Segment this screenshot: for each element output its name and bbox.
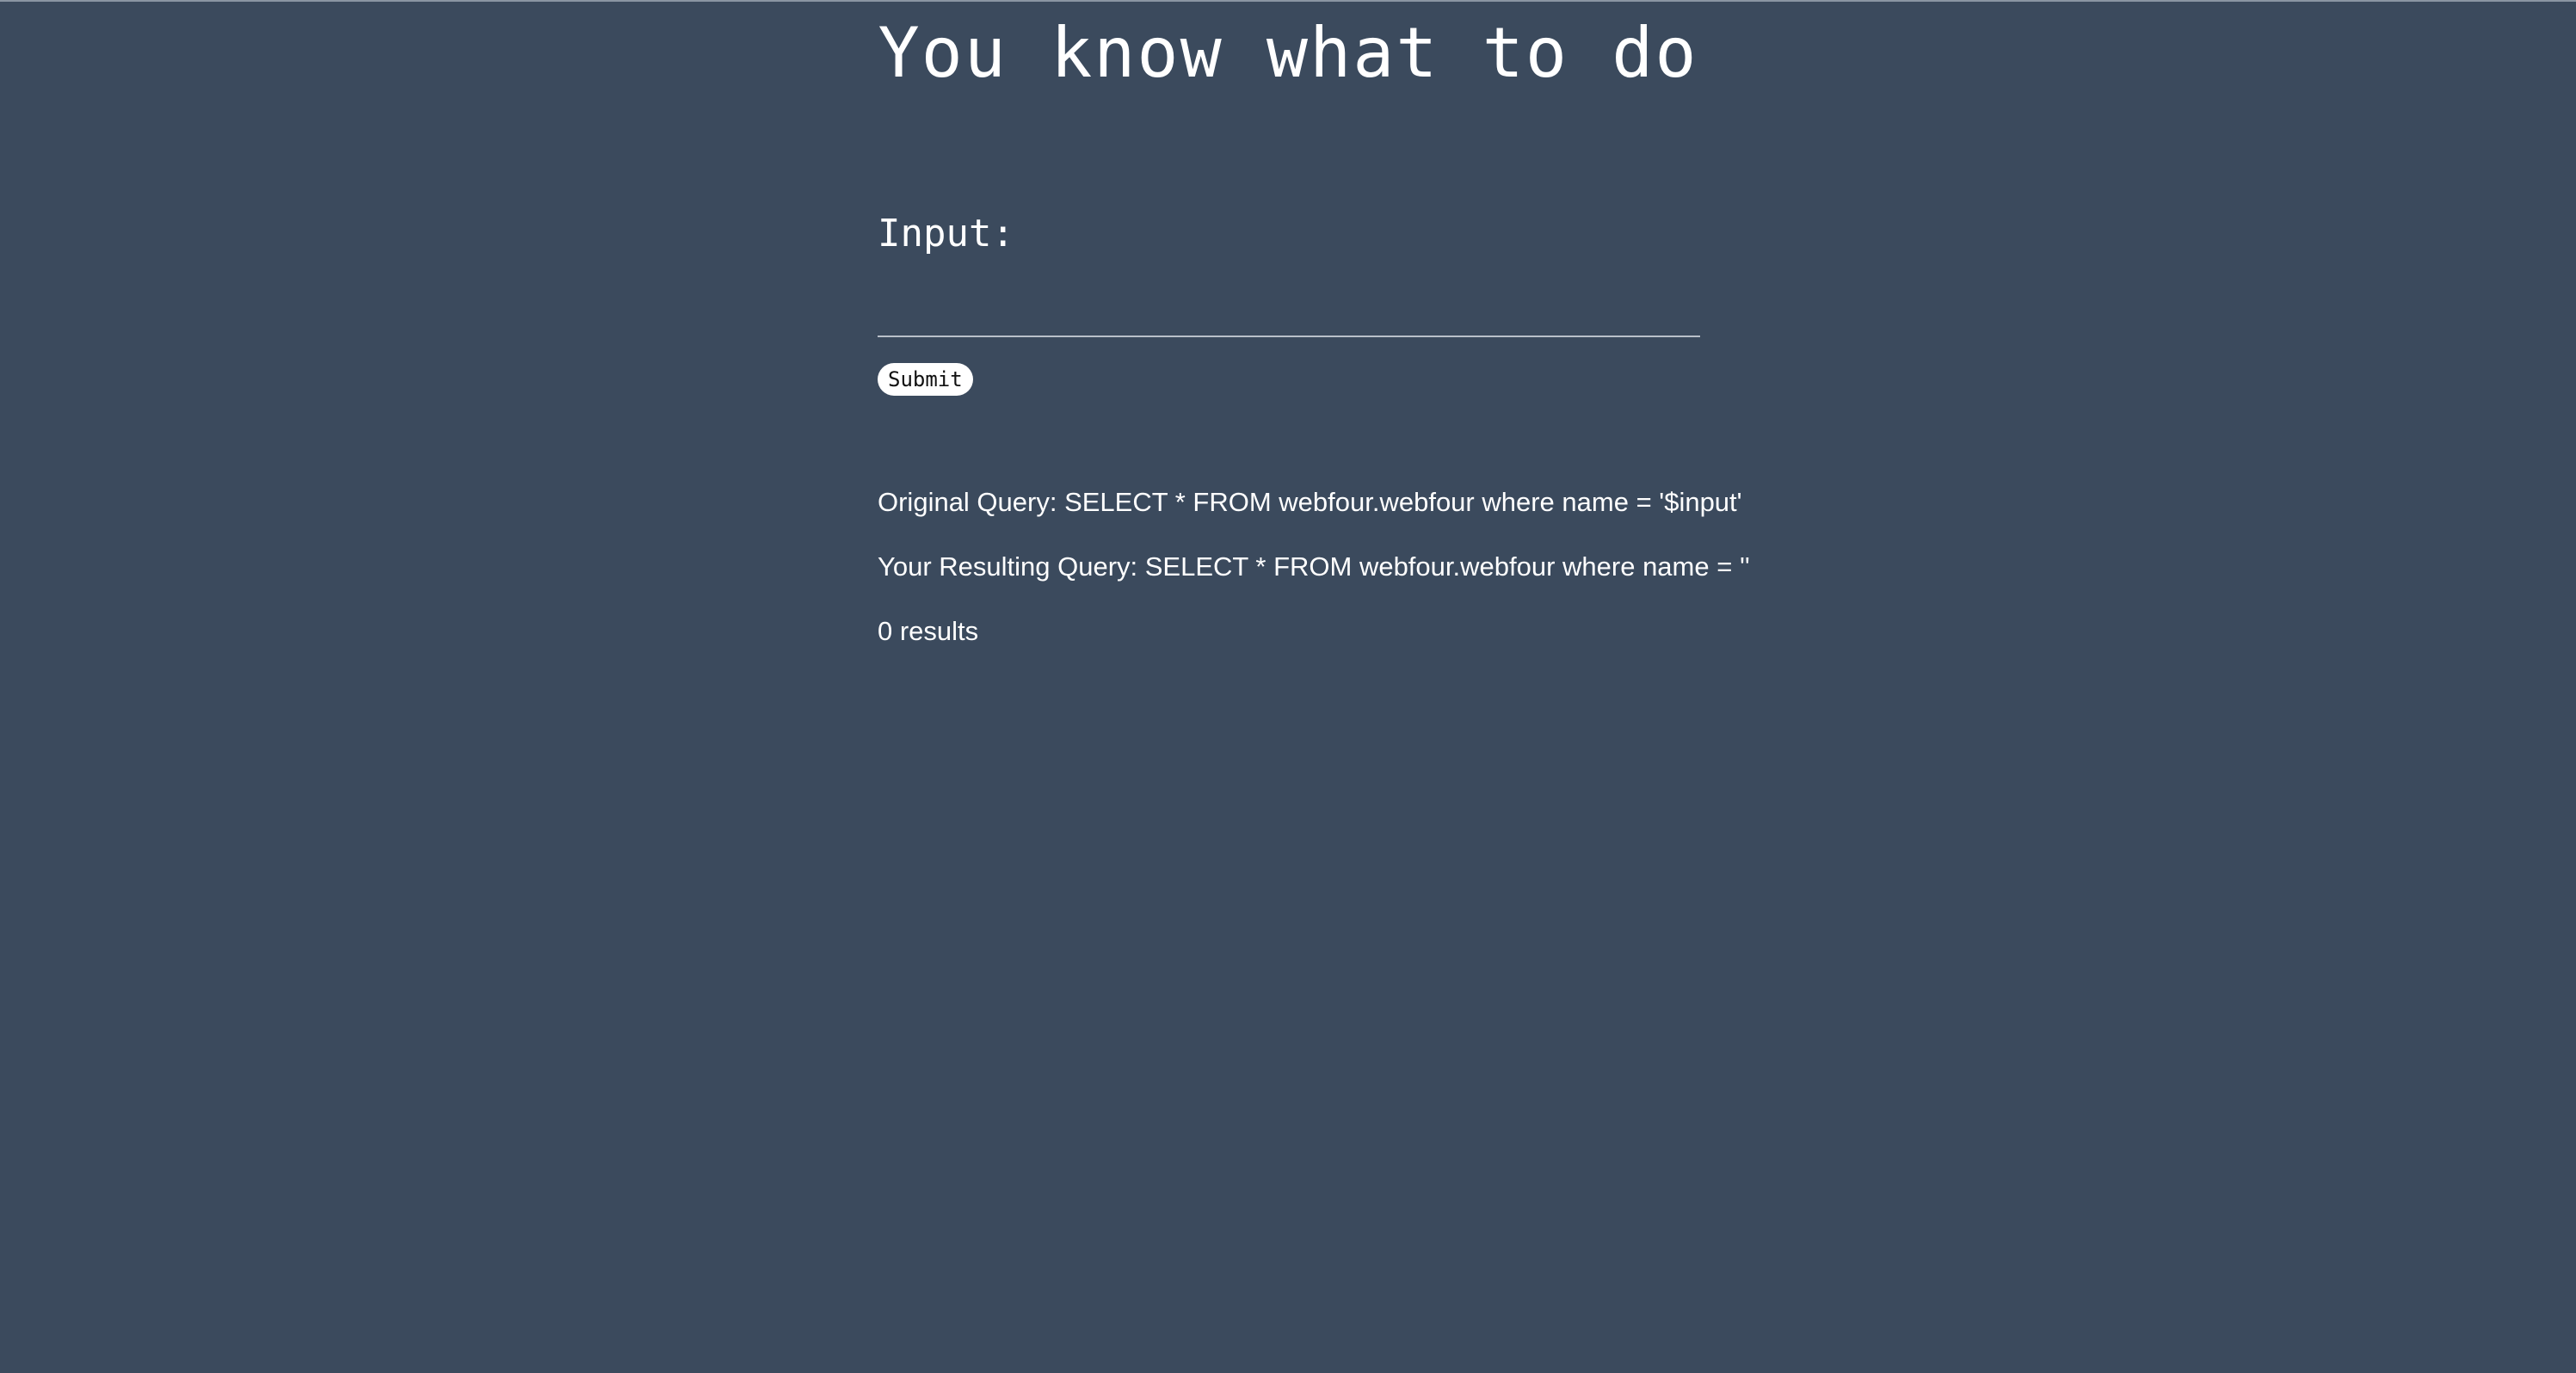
input-label: Input: [878,212,1014,256]
submit-button[interactable]: Submit [878,363,973,396]
query-input[interactable] [878,292,1700,337]
query-form: Input: Submit [878,208,1700,396]
results-count: 0 results [878,616,979,646]
page-title: You know what to do [878,13,1698,93]
original-query-text: Original Query: SELECT * FROM webfour.we… [878,487,1742,517]
resulting-query-text: Your Resulting Query: SELECT * FROM webf… [878,551,1750,582]
